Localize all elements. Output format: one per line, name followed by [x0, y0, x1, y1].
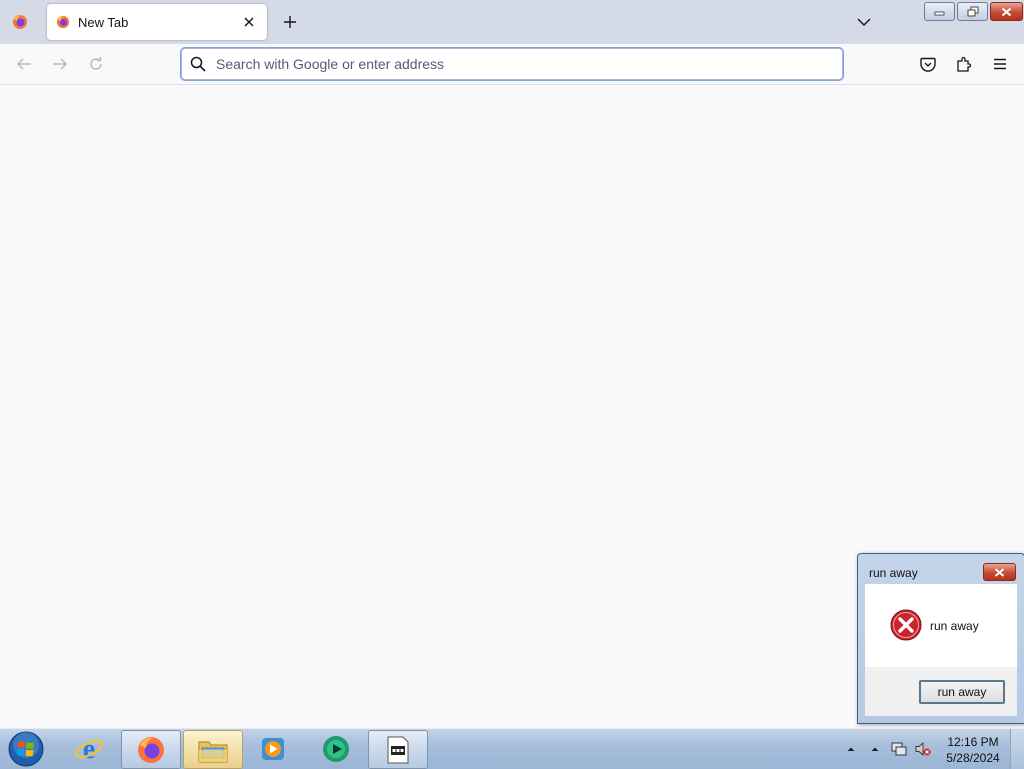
firefox-favicon-icon: [56, 15, 70, 29]
extensions-button[interactable]: [952, 52, 976, 76]
browser-titlebar: New Tab: [0, 0, 1024, 44]
taskbar-windows-explorer[interactable]: [183, 730, 243, 769]
dialog-ok-button[interactable]: run away: [919, 680, 1005, 704]
reload-button[interactable]: [84, 52, 108, 76]
chevron-down-icon: [857, 18, 871, 26]
show-desktop-button[interactable]: [1010, 729, 1024, 769]
list-all-tabs-button[interactable]: [852, 10, 876, 34]
address-input[interactable]: [214, 55, 842, 73]
close-icon: [244, 17, 254, 27]
window-close-button[interactable]: [990, 2, 1023, 21]
green-play-icon: [323, 735, 349, 762]
search-icon: [190, 56, 206, 72]
minimize-icon: [934, 11, 945, 15]
close-icon: [1001, 7, 1012, 16]
navigation-toolbar: [0, 44, 1024, 85]
internet-explorer-icon: e: [74, 734, 104, 764]
address-bar[interactable]: [181, 48, 843, 80]
media-player-icon: [262, 737, 284, 760]
show-hidden-icons-button[interactable]: [843, 741, 859, 757]
taskbar: e 12:16 PM 5/28/2024: [0, 728, 1024, 769]
dialog-message-area: run away: [865, 584, 1017, 667]
network-icon: [891, 742, 907, 756]
window-caption-buttons: [924, 2, 1023, 21]
error-icon: [890, 609, 922, 641]
pocket-icon: [920, 57, 936, 72]
puzzle-icon: [957, 56, 972, 72]
tab-new-tab[interactable]: New Tab: [47, 4, 267, 40]
network-button[interactable]: [891, 741, 907, 757]
new-tab-button[interactable]: [278, 10, 302, 34]
volume-button[interactable]: [915, 741, 931, 757]
dialog-body: run away run away: [865, 584, 1017, 716]
volume-muted-icon: [915, 742, 931, 756]
plus-icon: [284, 16, 296, 28]
taskbar-internet-explorer[interactable]: e: [60, 730, 118, 767]
start-button[interactable]: [6, 731, 46, 767]
taskbar-media-player[interactable]: [244, 730, 302, 767]
flag-icon: [871, 747, 879, 751]
arrow-right-icon: [53, 58, 68, 70]
folder-icon: [198, 741, 228, 762]
dialog-title: run away: [869, 566, 918, 580]
firefox-view-button[interactable]: [0, 0, 40, 44]
svg-text:e: e: [83, 734, 95, 764]
dialog-close-button[interactable]: [983, 563, 1016, 581]
taskbar-clock[interactable]: 12:16 PM 5/28/2024: [940, 734, 1006, 766]
forward-button[interactable]: [48, 52, 72, 76]
application-window-icon: [387, 736, 409, 763]
clock-time: 12:16 PM: [947, 735, 999, 749]
hamburger-menu-icon: [994, 58, 1006, 70]
pocket-button[interactable]: [916, 52, 940, 76]
back-button[interactable]: [12, 52, 36, 76]
firefox-logo-icon: [13, 15, 27, 29]
action-center-button[interactable]: [867, 741, 883, 757]
close-icon: [994, 567, 1005, 577]
chevron-up-icon: [847, 747, 855, 751]
clock-date: 5/28/2024: [946, 751, 1000, 765]
tab-close-button[interactable]: [237, 10, 261, 34]
windows-start-orb-icon: [8, 731, 44, 767]
restore-button[interactable]: [957, 2, 988, 21]
minimize-button[interactable]: [924, 2, 955, 21]
restore-icon: [967, 6, 978, 17]
tab-title: New Tab: [78, 14, 129, 30]
dialog-message: run away: [930, 619, 979, 633]
error-dialog: run away run away run away: [857, 553, 1024, 724]
arrow-left-icon: [16, 58, 31, 70]
taskbar-green-app[interactable]: [307, 730, 365, 767]
app-menu-button[interactable]: [988, 52, 1012, 76]
taskbar-firefox[interactable]: [121, 730, 181, 769]
firefox-icon: [138, 736, 164, 763]
taskbar-application[interactable]: [368, 730, 428, 769]
reload-icon: [90, 57, 102, 70]
